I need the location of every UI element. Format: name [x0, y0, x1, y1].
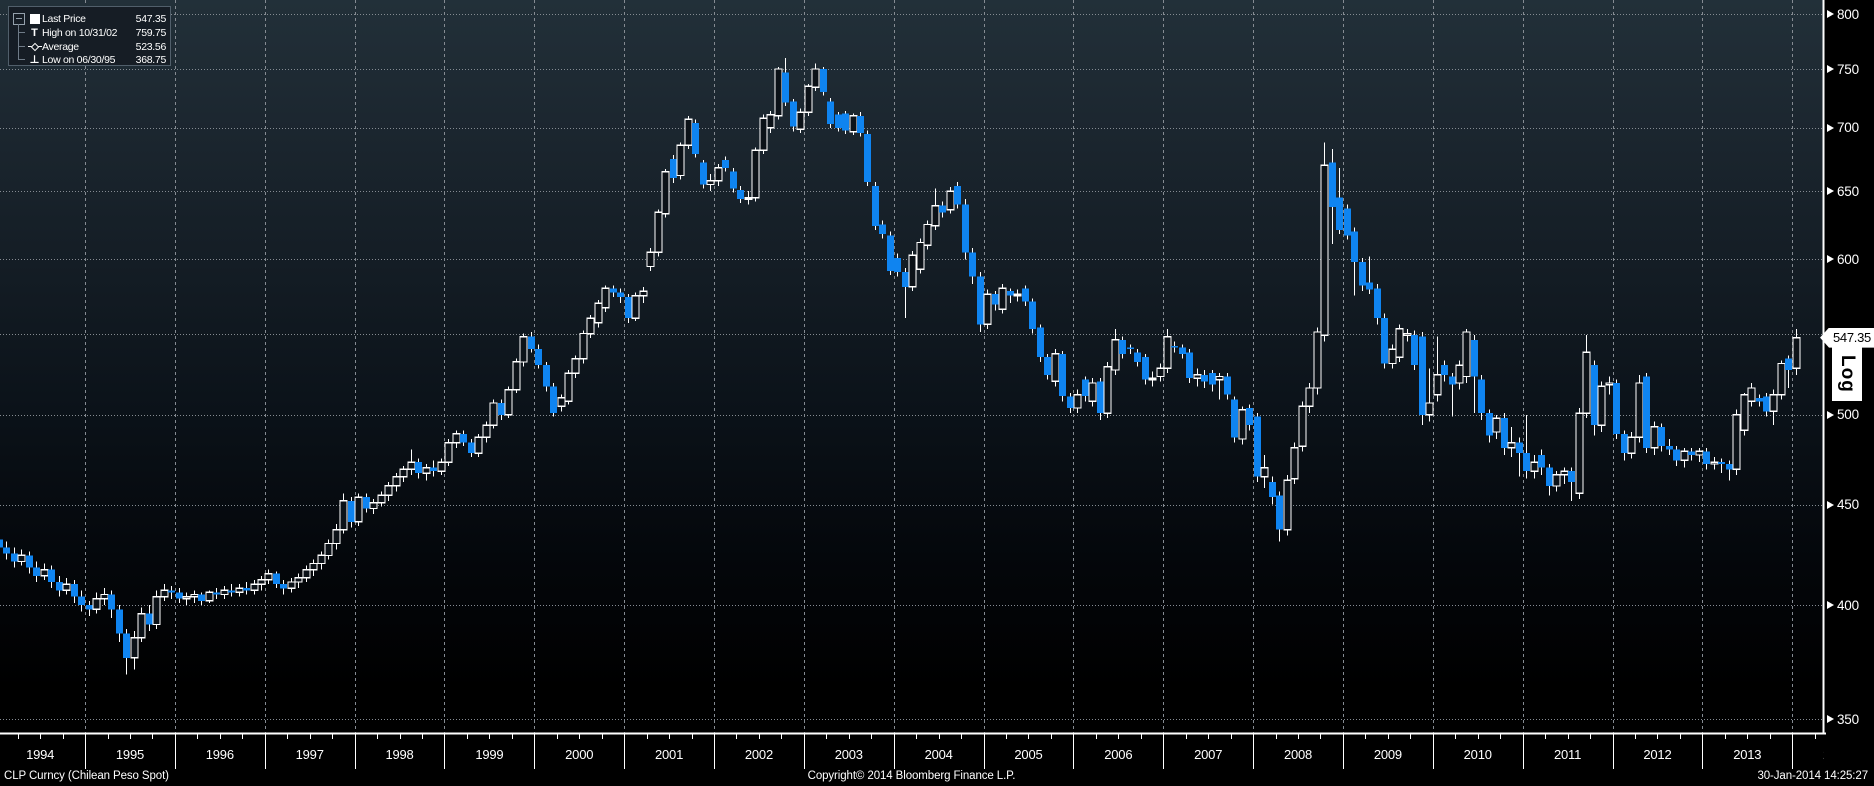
- y-tick-700: 700: [1827, 119, 1859, 137]
- year-label-1996: 1996: [205, 747, 234, 762]
- legend-label: Last Price: [42, 12, 86, 25]
- tick-arrow-icon: [1827, 187, 1834, 196]
- tick-arrow-icon: [1827, 601, 1834, 610]
- copyright-text: Copyright© 2014 Bloomberg Finance L.P.: [807, 770, 1016, 782]
- year-label-1994: 1994: [26, 747, 55, 762]
- legend-row-last-price-square[interactable]: Last Price 547.35: [9, 12, 170, 25]
- legend-value: 547.35: [135, 12, 167, 25]
- y-tick-label: 650: [1837, 183, 1859, 199]
- y-tick-750: 750: [1827, 60, 1859, 78]
- year-label-2010: 2010: [1463, 747, 1492, 762]
- y-tick-350: 350: [1827, 710, 1859, 728]
- timestamp-text: 30-Jan-2014 14:25:27: [1757, 770, 1868, 782]
- legend-label: High on 10/31/02: [42, 26, 118, 39]
- year-label-2000: 2000: [565, 747, 594, 762]
- y-tick-800: 800: [1827, 5, 1859, 23]
- y-tick-label: 600: [1837, 251, 1859, 267]
- year-label-2002: 2002: [744, 747, 773, 762]
- year-label-2011: 2011: [1553, 747, 1582, 762]
- last-price-square-icon: [27, 13, 42, 24]
- legend-box[interactable]: Last Price 547.35 T High on 10/31/02 759.75 A…: [8, 6, 171, 66]
- year-label-2003: 2003: [834, 747, 863, 762]
- y-tick-450: 450: [1827, 496, 1859, 514]
- year-label-2004: 2004: [924, 747, 953, 762]
- year-label-2012: 2012: [1643, 747, 1672, 762]
- year-label-2001: 2001: [655, 747, 684, 762]
- y-tick-label: 500: [1837, 407, 1859, 423]
- year-label-2006: 2006: [1104, 747, 1133, 762]
- legend-value: 368.75: [135, 53, 167, 66]
- legend-row-low-marker[interactable]: ⊥ Low on 06/30/95 368.75: [9, 53, 170, 66]
- year-label-2005: 2005: [1014, 747, 1043, 762]
- tick-arrow-icon: [1827, 65, 1834, 74]
- tick-arrow-icon: [1827, 410, 1834, 419]
- legend-value: 759.75: [135, 26, 167, 39]
- legend-row-high-marker[interactable]: T High on 10/31/02 759.75: [9, 26, 170, 39]
- tick-arrow-icon: [1827, 715, 1834, 723]
- y-tick-400: 400: [1827, 596, 1859, 614]
- legend-value: 523.56: [135, 40, 167, 53]
- year-label-2009: 2009: [1373, 747, 1402, 762]
- y-tick-label: 450: [1837, 497, 1859, 513]
- tick-arrow-icon: [1827, 500, 1834, 509]
- year-label-1995: 1995: [115, 747, 145, 762]
- candlestick-chart[interactable]: [0, 0, 1874, 786]
- log-scale-badge[interactable]: Log: [1832, 347, 1862, 401]
- high-marker-icon: T: [31, 26, 38, 39]
- year-label-1998: 1998: [385, 747, 414, 762]
- year-label-1997: 1997: [295, 747, 324, 762]
- year-label-1999: 1999: [475, 747, 504, 762]
- y-tick-650: 650: [1827, 182, 1859, 200]
- y-tick-label: 400: [1837, 597, 1859, 613]
- y-tick-label: 750: [1837, 61, 1859, 77]
- year-label-2013: 2013: [1733, 747, 1762, 762]
- year-label-2008: 2008: [1283, 747, 1313, 762]
- tick-arrow-icon: [1827, 255, 1834, 264]
- low-marker-icon: ⊥: [29, 53, 40, 66]
- year-label-2007: 2007: [1194, 747, 1223, 762]
- last-price-value: 547.35: [1833, 330, 1871, 346]
- last-price-marker: 547.35: [1820, 327, 1874, 348]
- tick-arrow-icon: [1827, 123, 1834, 132]
- legend-row-average-marker[interactable]: Average 523.56: [9, 40, 170, 53]
- y-tick-500: 500: [1827, 406, 1859, 424]
- tick-arrow-icon: [1827, 10, 1834, 18]
- y-tick-label: 350: [1837, 711, 1859, 727]
- legend-label: Average: [42, 40, 79, 53]
- y-tick-label: 700: [1837, 120, 1859, 136]
- average-marker-icon: [27, 42, 42, 51]
- log-scale-label: Log: [1837, 355, 1858, 393]
- year-label-2014: 2014: [1814, 747, 1824, 762]
- legend-label: Low on 06/30/95: [42, 53, 116, 66]
- x-axis: 1994 1995 1996 1997 1998 1999 2000 2001 2002 2003…: [0, 744, 1824, 768]
- y-tick-600: 600: [1827, 250, 1859, 268]
- bloomberg-chart-window: 800 750 700 650 600 500 450 400 350 547.35 Log 1…: [0, 0, 1874, 786]
- y-tick-label: 800: [1837, 6, 1859, 22]
